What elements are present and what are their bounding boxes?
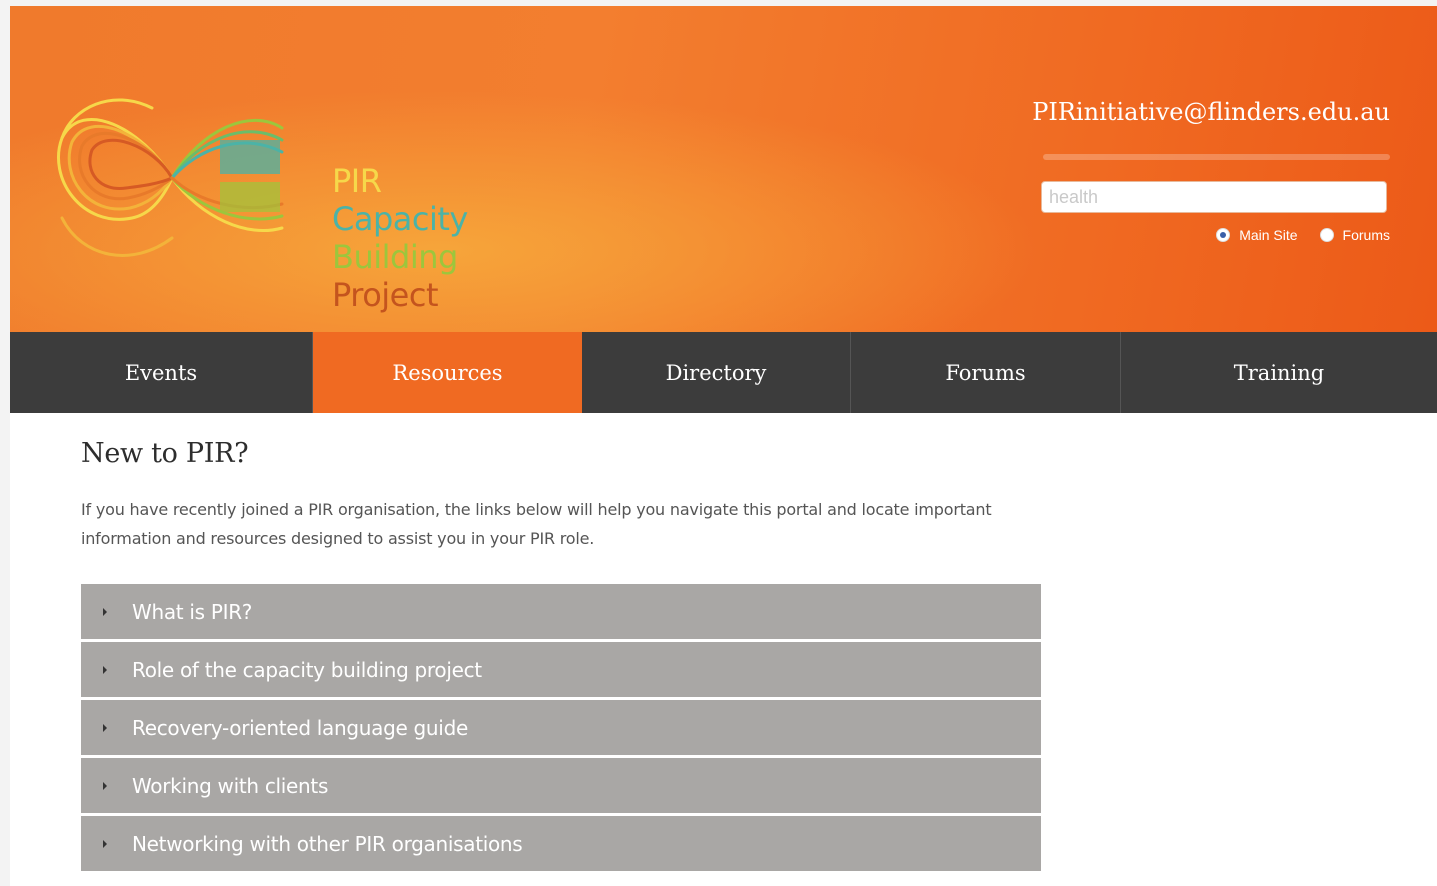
logo-line-pir: PIR: [332, 162, 382, 200]
caret-right-icon: [103, 665, 107, 674]
page: PIR Capacity Building Project PIRinitiat…: [10, 6, 1437, 886]
nav-item-directory[interactable]: Directory: [582, 332, 851, 413]
accordion-item-language-guide[interactable]: Recovery-oriented language guide: [81, 700, 1041, 755]
main-nav: Events Resources Directory Forums Traini…: [10, 332, 1437, 413]
radio-forums[interactable]: Forums: [1319, 227, 1390, 243]
radio-forums-label: Forums: [1342, 227, 1390, 243]
header-divider: [1043, 154, 1390, 160]
accordion-item-what-is-pir[interactable]: What is PIR?: [81, 584, 1041, 639]
caret-right-icon: [103, 723, 107, 732]
radio-unchecked-icon: [1319, 228, 1334, 242]
logo-line-project: Project: [332, 276, 438, 314]
caret-right-icon: [103, 607, 107, 616]
logo-text: PIR Capacity Building Project: [332, 162, 468, 314]
accordion-item-label: Role of the capacity building project: [132, 657, 482, 682]
radio-main-site-label: Main Site: [1239, 227, 1298, 243]
logo-line-capacity: Capacity: [332, 200, 468, 238]
nav-item-training[interactable]: Training: [1121, 332, 1437, 413]
accordion-item-working-with-clients[interactable]: Working with clients: [81, 758, 1041, 813]
nav-item-events[interactable]: Events: [10, 332, 313, 413]
main-content: New to PIR? If you have recently joined …: [81, 438, 1041, 553]
accordion-item-label: Recovery-oriented language guide: [132, 715, 468, 740]
search-input[interactable]: health: [1041, 181, 1387, 213]
accordion: What is PIR? Role of the capacity buildi…: [81, 584, 1041, 874]
nav-item-resources[interactable]: Resources: [313, 332, 582, 413]
accordion-item-networking[interactable]: Networking with other PIR organisations: [81, 816, 1041, 871]
radio-checked-icon: [1216, 228, 1231, 242]
contact-email-link[interactable]: PIRinitiative@flinders.edu.au: [1032, 98, 1390, 126]
logo-emblem-icon: [57, 98, 284, 257]
site-logo[interactable]: PIR Capacity Building Project: [42, 68, 468, 314]
logo-line-building: Building: [332, 238, 458, 276]
nav-item-forums[interactable]: Forums: [851, 332, 1121, 413]
caret-right-icon: [103, 781, 107, 790]
site-header: PIR Capacity Building Project PIRinitiat…: [10, 6, 1437, 332]
accordion-item-label: What is PIR?: [132, 599, 253, 624]
accordion-item-label: Working with clients: [132, 773, 329, 798]
caret-right-icon: [103, 839, 107, 848]
page-title: New to PIR?: [81, 438, 249, 469]
accordion-item-role[interactable]: Role of the capacity building project: [81, 642, 1041, 697]
intro-text: If you have recently joined a PIR organi…: [81, 500, 992, 548]
radio-main-site[interactable]: Main Site: [1216, 227, 1298, 243]
accordion-item-label: Networking with other PIR organisations: [132, 831, 523, 856]
search-scope-group: Main Site Forums: [1216, 227, 1390, 243]
